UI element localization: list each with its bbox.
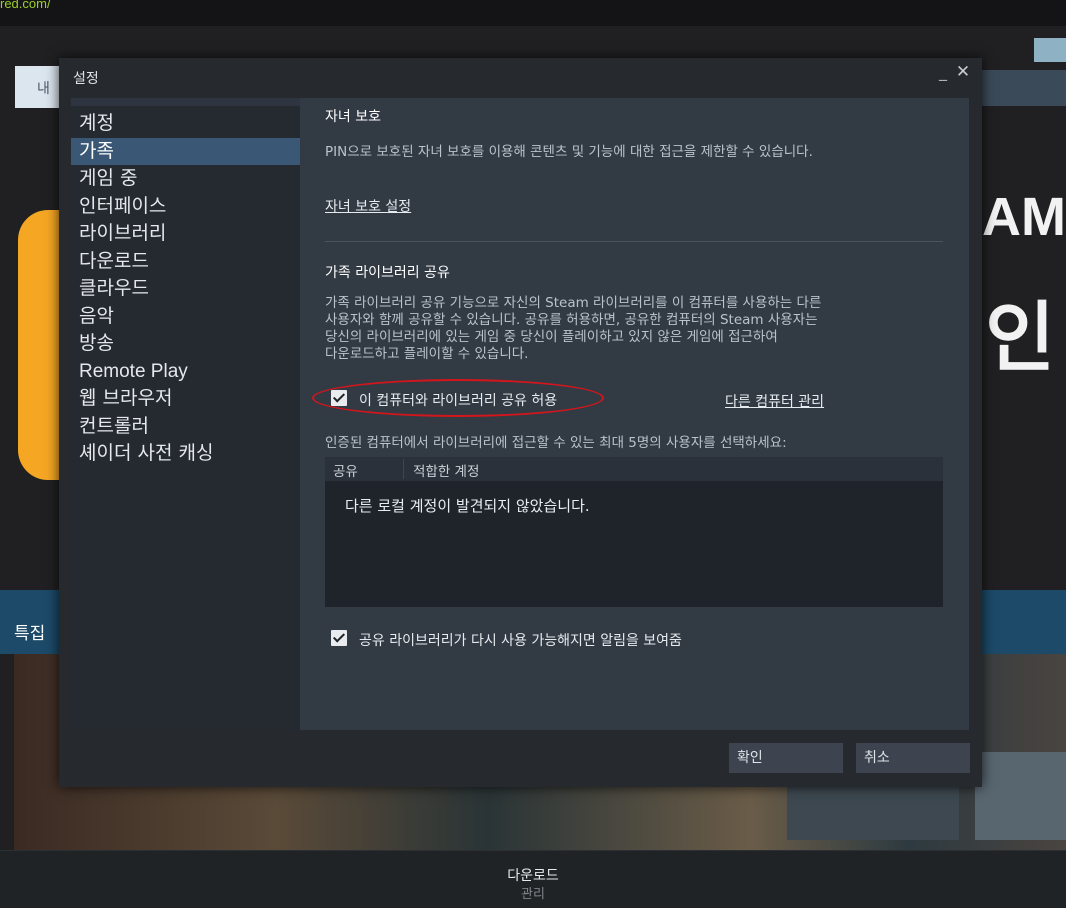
column-separator (403, 459, 404, 479)
column-header-account[interactable]: 적합한 계정 (413, 460, 479, 480)
downloads-manage-label: 관리 (521, 887, 545, 902)
settings-sidebar: 계정 가족 게임 중 인터페이스 라이브러리 다운로드 클라우드 음악 방송 R… (71, 98, 300, 730)
store-screenshot-thumb[interactable] (975, 752, 1066, 840)
column-header-share[interactable]: 공유 (333, 460, 358, 480)
url-text: red.com/ (0, 0, 51, 11)
checkbox-checked-icon[interactable] (331, 390, 347, 406)
close-icon[interactable]: ✕ (955, 62, 971, 82)
sidebar-header-strip (71, 98, 300, 106)
downloads-label[interactable]: 다운로드 (0, 865, 1066, 885)
sidebar-item-library[interactable]: 라이브러리 (71, 220, 300, 248)
parental-controls-link[interactable]: 자녀 보호 설정 (325, 196, 411, 216)
sidebar-item-music[interactable]: 음악 (71, 303, 300, 331)
family-settings-panel: 자녀 보호 PIN으로 보호된 자녀 보호를 이용해 콘텐츠 및 기능에 대한 … (312, 98, 945, 730)
sidebar-item-broadcasting[interactable]: 방송 (71, 330, 300, 358)
notify-label[interactable]: 공유 라이브러리가 다시 사용 가능해지면 알림을 보여줌 (359, 630, 682, 650)
store-promo-banner (18, 210, 62, 480)
settings-dialog: 설정 _ ✕ 계정 가족 게임 중 인터페이스 라이브러리 다운로드 클라우드 … (59, 58, 982, 787)
sidebar-item-downloads[interactable]: 다운로드 (71, 248, 300, 276)
section-divider (325, 241, 943, 242)
ok-button[interactable]: 확인 (729, 743, 843, 773)
store-search-box[interactable] (982, 70, 1066, 106)
store-banner-tile (1034, 38, 1066, 62)
cancel-button[interactable]: 취소 (856, 743, 970, 773)
downloads-bar[interactable]: 다운로드 관리 (0, 850, 1066, 908)
table-header: 공유 적합한 계정 (325, 457, 943, 481)
parental-controls-description: PIN으로 보호된 자녀 보호를 이용해 콘텐츠 및 기능에 대한 접근을 제한… (325, 144, 813, 160)
library-sharing-title: 가족 라이브러리 공유 (325, 265, 450, 281)
settings-nav: 계정 가족 게임 중 인터페이스 라이브러리 다운로드 클라우드 음악 방송 R… (71, 110, 300, 468)
allow-sharing-label[interactable]: 이 컴퓨터와 라이브러리 공유 허용 (359, 390, 557, 410)
dialog-body: 계정 가족 게임 중 인터페이스 라이브러리 다운로드 클라우드 음악 방송 R… (71, 98, 969, 730)
sidebar-item-family[interactable]: 가족 (71, 137, 300, 165)
store-feature-label: 특집 (14, 624, 46, 644)
sidebar-item-in-game[interactable]: 게임 중 (71, 165, 300, 193)
sidebar-item-cloud[interactable]: 클라우드 (71, 275, 300, 303)
store-headline-korean: 인 (985, 293, 1055, 382)
sidebar-item-shader-pre-caching[interactable]: 셰이더 사전 캐싱 (71, 440, 300, 468)
minimize-icon[interactable]: _ (936, 62, 950, 81)
sidebar-item-web-browser[interactable]: 웹 브라우저 (71, 385, 300, 413)
sidebar-item-controller[interactable]: 컨트롤러 (71, 413, 300, 441)
dialog-title: 설정 (73, 71, 99, 87)
empty-table-message: 다른 로컬 계정이 발견되지 않았습니다. (345, 497, 590, 515)
parental-controls-title: 자녀 보호 (325, 109, 381, 125)
store-headline: AM (982, 187, 1066, 247)
sidebar-item-remote-play[interactable]: Remote Play (71, 358, 300, 386)
checkbox-checked-icon[interactable] (331, 630, 347, 646)
url-bar[interactable]: red.com/ (0, 0, 1066, 26)
library-sharing-description: 가족 라이브러리 공유 기능으로 자신의 Steam 라이브러리를 이 컴퓨터를… (325, 295, 822, 362)
sidebar-item-account[interactable]: 계정 (71, 110, 300, 138)
manage-other-computers-link[interactable]: 다른 컴퓨터 관리 (725, 391, 824, 411)
select-users-description: 인증된 컴퓨터에서 라이브러리에 접근할 수 있는 최대 5명의 사용자를 선택… (325, 435, 787, 451)
sidebar-item-interface[interactable]: 인터페이스 (71, 193, 300, 221)
eligible-accounts-table: 공유 적합한 계정 다른 로컬 계정이 발견되지 않았습니다. (325, 457, 943, 607)
